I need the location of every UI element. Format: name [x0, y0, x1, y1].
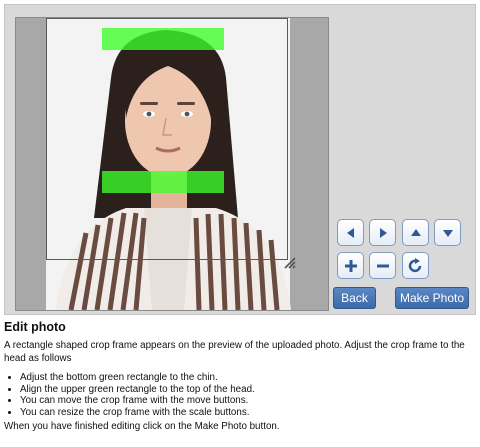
arrow-left-icon [346, 227, 354, 238]
top-guide-rectangle[interactable] [102, 28, 224, 50]
instruction-item: You can resize the crop frame with the s… [20, 407, 255, 419]
move-down-button[interactable] [434, 219, 461, 246]
instruction-item: Align the upper green rectangle to the t… [20, 384, 255, 396]
move-left-button[interactable] [337, 219, 364, 246]
crop-frame[interactable] [46, 18, 288, 260]
zoom-in-button[interactable] [337, 252, 364, 279]
resize-handle-icon[interactable] [281, 254, 299, 272]
move-right-button[interactable] [369, 219, 396, 246]
rotate-icon [408, 257, 421, 272]
bottom-guide-rectangle[interactable] [102, 171, 224, 193]
finish-text: When you have finished editing click on … [4, 421, 280, 432]
instruction-item: Adjust the bottom green rectangle to the… [20, 372, 255, 384]
arrow-down-icon [442, 229, 453, 237]
minus-icon [376, 264, 389, 267]
arrow-right-icon [379, 227, 387, 238]
make-photo-button[interactable]: Make Photo [395, 287, 469, 309]
photo-editor-panel: Back Make Photo [4, 4, 476, 315]
instructions-list: Adjust the bottom green rectangle to the… [10, 372, 255, 418]
arrow-up-icon [410, 228, 421, 236]
back-button[interactable]: Back [333, 287, 376, 309]
section-heading: Edit photo [4, 320, 66, 334]
instruction-item: You can move the crop frame with the mov… [20, 395, 255, 407]
intro-text: A rectangle shaped crop frame appears on… [4, 340, 465, 364]
move-up-button[interactable] [402, 219, 429, 246]
photo-preview [15, 17, 329, 311]
zoom-out-button[interactable] [369, 252, 396, 279]
plus-icon [344, 259, 357, 272]
rotate-button[interactable] [402, 252, 429, 279]
